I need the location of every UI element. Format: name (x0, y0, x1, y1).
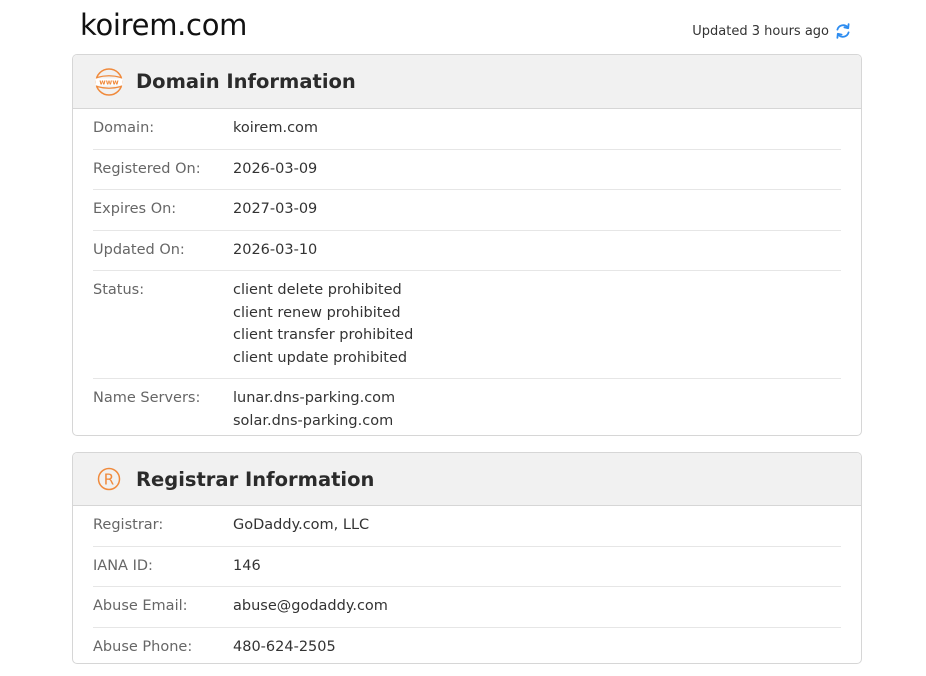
status-value: client update prohibited (233, 349, 408, 366)
field-label: Name Servers: (93, 390, 201, 406)
iana-id-row: IANA ID: 146 (93, 547, 841, 587)
field-label: Abuse Email: (93, 598, 188, 614)
abuse-email-value: abuse@godaddy.com (233, 598, 388, 614)
field-label: Registered On: (93, 160, 201, 177)
status-value: client delete prohibited (233, 282, 402, 298)
refresh-icon[interactable] (834, 22, 852, 40)
domain-value: koirem.com (233, 120, 319, 136)
field-value: koirem.com (233, 117, 841, 140)
abuse-phone-row: Abuse Phone: 480-624-2505 (93, 628, 841, 664)
name-servers-row: Name Servers: lunar.dns-parking.com sola… (93, 379, 841, 435)
registrar-information-title: Registrar Information (136, 467, 375, 491)
domain-information-panel: www Domain Information Domain: koirem.co… (72, 54, 862, 436)
field-value: 146 (233, 555, 841, 578)
updated-on-value: 2026-03-10 (233, 241, 318, 258)
registrar-information-header: R Registrar Information (73, 453, 861, 506)
svg-text:www: www (99, 78, 119, 86)
field-label: Status: (93, 282, 145, 298)
registered-on-row: Registered On: 2026-03-09 (93, 150, 841, 190)
field-value: 2026-03-09 (233, 158, 841, 181)
iana-id-value: 146 (233, 557, 261, 574)
registered-on-value: 2026-03-09 (233, 160, 318, 177)
field-value: lunar.dns-parking.com solar.dns-parking.… (233, 387, 841, 432)
registrar-value: GoDaddy.com, LLC (233, 517, 370, 533)
field-value: GoDaddy.com, LLC (233, 514, 841, 537)
name-server-value: solar.dns-parking.com (233, 412, 394, 429)
field-label: Expires On: (93, 201, 177, 217)
page-title: koirem.com (80, 8, 248, 42)
updated-on-row: Updated On: 2026-03-10 (93, 231, 841, 271)
expires-on-value: 2027-03-09 (233, 201, 318, 217)
field-label: Abuse Phone: (93, 638, 193, 655)
expires-on-row: Expires On: 2027-03-09 (93, 190, 841, 231)
field-label: Updated On: (93, 241, 185, 258)
domain-row: Domain: koirem.com (93, 109, 841, 150)
registrar-information-panel: R Registrar Information Registrar: GoDad… (72, 452, 862, 664)
field-label: Registrar: (93, 517, 164, 533)
svg-text:R: R (104, 471, 114, 489)
domain-information-header: www Domain Information (73, 55, 861, 109)
status-row: Status: client delete prohibited client … (93, 271, 841, 379)
field-value: abuse@godaddy.com (233, 595, 841, 618)
registrar-row: Registrar: GoDaddy.com, LLC (93, 506, 841, 547)
www-globe-icon: www (94, 67, 124, 97)
registrar-information-list: Registrar: GoDaddy.com, LLC IANA ID: 146… (73, 506, 861, 664)
updated-text: Updated 3 hours ago (692, 23, 829, 39)
field-value: client delete prohibited client renew pr… (233, 279, 841, 369)
registered-mark-icon: R (94, 464, 124, 494)
domain-information-title: Domain Information (136, 70, 356, 93)
status-value: client transfer prohibited (233, 327, 414, 343)
whois-page: koirem.com Updated 3 hours ago www Domai… (0, 0, 926, 676)
field-value: 480-624-2505 (233, 636, 841, 659)
status-value: client renew prohibited (233, 304, 401, 321)
field-label: Domain: (93, 120, 155, 136)
abuse-email-row: Abuse Email: abuse@godaddy.com (93, 587, 841, 628)
field-value: 2027-03-09 (233, 198, 841, 221)
abuse-phone-value: 480-624-2505 (233, 638, 336, 655)
field-label: IANA ID: (93, 557, 153, 574)
updated-status: Updated 3 hours ago (692, 22, 852, 40)
field-value: 2026-03-10 (233, 239, 841, 262)
name-server-value: lunar.dns-parking.com (233, 390, 396, 406)
domain-information-list: Domain: koirem.com Registered On: 2026-0… (73, 109, 861, 435)
